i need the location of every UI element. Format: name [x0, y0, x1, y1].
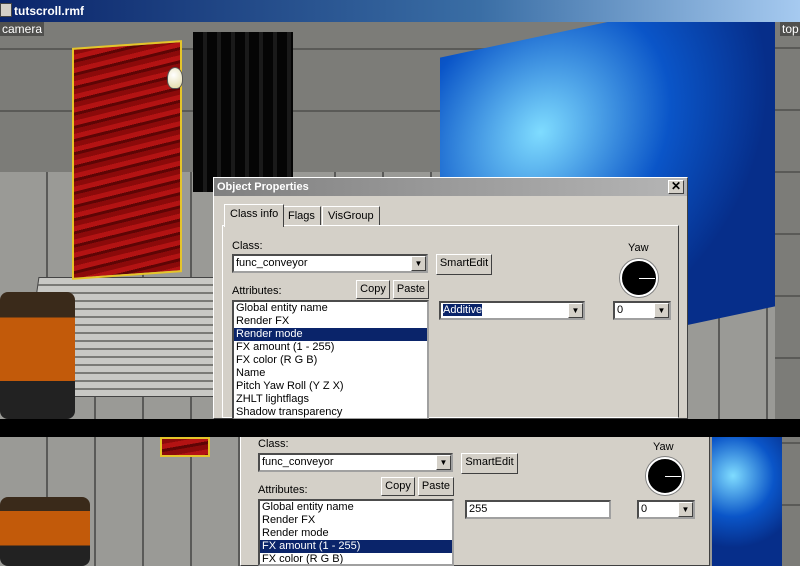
screenshot-divider — [0, 419, 800, 437]
list-item[interactable]: Render FX — [234, 315, 427, 328]
right-wall — [782, 437, 800, 566]
list-item-selected[interactable]: Render mode — [234, 328, 427, 341]
attributes-list[interactable]: Global entity name Render FX Render mode… — [232, 300, 429, 420]
chevron-down-icon[interactable]: ▼ — [568, 303, 583, 318]
black-brush — [193, 32, 293, 192]
yaw-combo[interactable]: 0 ▼ — [613, 301, 671, 320]
yaw-dial[interactable] — [620, 259, 658, 297]
document-icon — [0, 3, 12, 17]
chevron-down-icon[interactable]: ▼ — [678, 502, 693, 517]
chevron-down-icon[interactable]: ▼ — [436, 455, 451, 470]
paste-button[interactable]: Paste — [393, 280, 429, 299]
yaw-dial[interactable] — [646, 457, 684, 495]
class-label: Class: — [232, 240, 263, 252]
attributes-list[interactable]: Global entity name Render FX Render mode… — [258, 499, 454, 566]
player-model — [0, 292, 75, 419]
tab-class-info[interactable]: Class info — [224, 204, 285, 227]
right-wall — [775, 22, 800, 419]
lightning-texture — [712, 437, 782, 566]
window-title: tutscroll.rmf — [14, 4, 85, 18]
class-value: func_conveyor — [236, 257, 308, 269]
list-item[interactable]: ZHLT lightflags — [234, 393, 427, 406]
list-item[interactable]: FX color (R G B) — [234, 354, 427, 367]
copy-button[interactable]: Copy — [356, 280, 390, 299]
yaw-value: 0 — [617, 304, 624, 316]
class-combo[interactable]: func_conveyor ▼ — [232, 254, 428, 273]
smartedit-button[interactable]: SmartEdit — [461, 453, 518, 474]
light-bulb-icon[interactable] — [167, 67, 183, 89]
object-properties-dialog[interactable]: Object Properties ✕ Class info Flags Vis… — [213, 177, 688, 420]
value-text: Additive — [443, 304, 483, 316]
list-item[interactable]: Pitch Yaw Roll (Y Z X) — [234, 380, 427, 393]
class-label: Class: — [258, 438, 289, 450]
class-info-panel: Class: func_conveyor ▼ SmartEdit Yaw Att… — [222, 225, 679, 420]
paste-button[interactable]: Paste — [418, 477, 454, 496]
attributes-label: Attributes: — [258, 484, 308, 496]
class-combo[interactable]: func_conveyor ▼ — [258, 453, 453, 472]
list-item[interactable]: FX amount (1 - 255) — [234, 341, 427, 354]
dialog-title: Object Properties — [217, 181, 309, 193]
list-item[interactable]: Render FX — [260, 514, 452, 527]
list-item[interactable]: Global entity name — [260, 501, 452, 514]
list-item[interactable]: Render mode — [260, 527, 452, 540]
chevron-down-icon[interactable]: ▼ — [411, 256, 426, 271]
yaw-label: Yaw — [653, 441, 674, 453]
list-item[interactable]: FX color (R G B) — [260, 553, 452, 564]
value-field[interactable]: 255 — [465, 500, 611, 519]
class-value: func_conveyor — [262, 456, 334, 468]
list-item[interactable]: Name — [234, 367, 427, 380]
chevron-down-icon[interactable]: ▼ — [654, 303, 669, 318]
top-viewport-label: top — [780, 22, 800, 36]
player-model — [0, 497, 90, 566]
list-item[interactable]: Shadow transparency — [234, 406, 427, 418]
viewport-label: camera — [0, 22, 45, 36]
red-brush[interactable] — [72, 40, 182, 280]
object-properties-dialog-2[interactable]: Class: func_conveyor ▼ SmartEdit Yaw Att… — [240, 437, 710, 566]
list-item-selected[interactable]: FX amount (1 - 255) — [260, 540, 452, 553]
value-combo[interactable]: Additive ▼ — [439, 301, 585, 320]
tab-visgroup[interactable]: VisGroup — [322, 206, 380, 226]
yaw-label: Yaw — [628, 242, 649, 254]
window-title-bar[interactable]: tutscroll.rmf — [0, 0, 800, 22]
attributes-label: Attributes: — [232, 285, 282, 297]
yaw-combo[interactable]: 0 ▼ — [637, 500, 695, 519]
red-brush — [160, 437, 210, 457]
dialog-title-bar[interactable]: Object Properties ✕ — [214, 178, 687, 196]
list-item[interactable]: Global entity name — [234, 302, 427, 315]
smartedit-button[interactable]: SmartEdit — [436, 254, 492, 275]
yaw-value: 0 — [641, 503, 648, 515]
copy-button[interactable]: Copy — [381, 477, 415, 496]
close-icon[interactable]: ✕ — [668, 180, 684, 194]
tab-flags[interactable]: Flags — [282, 206, 321, 226]
